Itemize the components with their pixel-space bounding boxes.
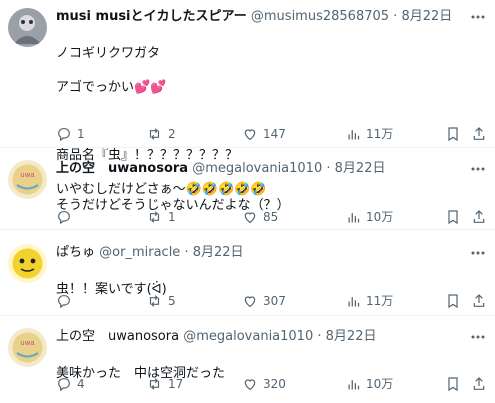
- reply-text-line: アゴでっかい💕💕: [56, 80, 167, 95]
- heart-icon: [244, 296, 256, 308]
- like-count: 320: [263, 377, 286, 391]
- separator-dot: ·: [184, 245, 189, 260]
- share-group: [445, 292, 487, 310]
- views-icon: [348, 379, 360, 389]
- action-bar: 1 85 10万: [56, 208, 487, 226]
- views-button[interactable]: 10万: [346, 375, 393, 393]
- share-group: [445, 375, 487, 393]
- views-button[interactable]: 10万: [346, 208, 393, 226]
- reply-button[interactable]: 4: [56, 375, 85, 393]
- retweet-count: 17: [168, 377, 184, 391]
- avatar[interactable]: [8, 244, 47, 283]
- reply-icon: [58, 211, 70, 225]
- action-bar: 1 2 147 11万: [56, 125, 487, 143]
- views-button[interactable]: 11万: [346, 125, 393, 143]
- share-icon[interactable]: [471, 376, 487, 392]
- retweet-icon: [149, 128, 160, 140]
- like-button[interactable]: 320: [242, 375, 286, 393]
- user-handle[interactable]: @megalovania1010: [192, 161, 322, 176]
- display-name[interactable]: 上の空 uwanosora: [56, 161, 188, 176]
- reply-header: ぱちゅ @or_miracle · 8月22日: [56, 244, 487, 262]
- share-icon[interactable]: [471, 293, 487, 309]
- reply-text-line: ノコギリクワガタ: [56, 46, 161, 61]
- reply-button[interactable]: 1: [56, 125, 85, 143]
- views-count: 11万: [366, 294, 394, 308]
- views-count: 10万: [366, 377, 394, 391]
- views-icon: [348, 296, 360, 306]
- post-date[interactable]: 8月22日: [401, 9, 452, 24]
- separator-dot: ·: [393, 9, 398, 24]
- user-handle[interactable]: @megalovania1010: [183, 329, 313, 344]
- views-icon: [348, 129, 360, 139]
- action-bar: 5 307 11万: [56, 292, 487, 310]
- more-options-icon[interactable]: [469, 160, 487, 178]
- retweet-count: 2: [168, 127, 176, 141]
- display-name[interactable]: 上の空 uwanosora: [56, 329, 179, 344]
- retweet-button[interactable]: 1: [146, 208, 176, 226]
- share-group: [445, 125, 487, 143]
- views-icon: [348, 212, 360, 222]
- retweet-count: 5: [168, 294, 176, 308]
- bookmark-icon[interactable]: [445, 209, 461, 225]
- avatar[interactable]: [8, 8, 47, 47]
- views-count: 10万: [366, 210, 394, 224]
- retweet-icon: [149, 211, 160, 223]
- retweet-count: 1: [168, 210, 176, 224]
- more-options-icon[interactable]: [469, 8, 487, 26]
- reply-item[interactable]: ぱちゅ @or_miracle · 8月22日 虫！！案いです(ᐛ) 5 307…: [0, 230, 495, 316]
- separator-dot: ·: [317, 329, 322, 344]
- retweet-icon: [149, 378, 160, 390]
- views-count: 11万: [366, 127, 394, 141]
- reply-header: 上の空 uwanosora @megalovania1010 · 8月22日: [56, 160, 487, 178]
- reply-item[interactable]: uwa 上の空 uwanosora @megalovania1010 · 8月2…: [0, 148, 495, 230]
- reply-header: 上の空 uwanosora @megalovania1010 · 8月22日: [56, 328, 487, 346]
- bookmark-icon[interactable]: [445, 293, 461, 309]
- svg-text:uwa: uwa: [20, 171, 34, 179]
- heart-icon: [244, 379, 256, 391]
- user-handle[interactable]: @or_miracle: [99, 245, 180, 260]
- action-bar: 4 17 320 10万: [56, 375, 487, 393]
- reply-count: 4: [77, 377, 85, 391]
- more-options-icon[interactable]: [469, 244, 487, 262]
- reply-item[interactable]: uwa 上の空 uwanosora @megalovania1010 · 8月2…: [0, 316, 495, 403]
- reply-icon: [58, 128, 70, 142]
- post-date[interactable]: 8月22日: [193, 245, 244, 260]
- post-date[interactable]: 8月22日: [335, 161, 386, 176]
- reply-item[interactable]: musi musiとイカしたスピアー @musimus28568705 · 8月…: [0, 0, 495, 197]
- share-group: [445, 208, 487, 226]
- reply-button[interactable]: [56, 208, 77, 226]
- retweet-button[interactable]: 17: [146, 375, 183, 393]
- post-date[interactable]: 8月22日: [326, 329, 377, 344]
- share-icon[interactable]: [471, 209, 487, 225]
- reply-count: 1: [77, 127, 85, 141]
- like-count: 147: [263, 127, 286, 141]
- like-button[interactable]: 147: [242, 125, 286, 143]
- views-button[interactable]: 11万: [346, 292, 393, 310]
- heart-icon: [244, 212, 256, 224]
- reply-icon: [58, 295, 70, 309]
- like-count: 85: [263, 210, 279, 224]
- reply-button[interactable]: [56, 292, 77, 310]
- share-icon[interactable]: [471, 126, 487, 142]
- separator-dot: ·: [326, 161, 331, 176]
- like-button[interactable]: 307: [242, 292, 286, 310]
- retweet-button[interactable]: 2: [146, 125, 176, 143]
- user-handle[interactable]: @musimus28568705: [251, 9, 389, 24]
- reply-icon: [58, 378, 70, 392]
- retweet-button[interactable]: 5: [146, 292, 176, 310]
- svg-text:uwa: uwa: [20, 339, 34, 347]
- like-button[interactable]: 85: [242, 208, 278, 226]
- display-name[interactable]: musi musiとイカしたスピアー: [56, 9, 247, 24]
- avatar[interactable]: uwa: [8, 160, 47, 199]
- display-name[interactable]: ぱちゅ: [56, 245, 95, 260]
- bookmark-icon[interactable]: [445, 376, 461, 392]
- like-count: 307: [263, 294, 286, 308]
- heart-icon: [244, 129, 256, 141]
- retweet-icon: [149, 295, 160, 307]
- reply-feed: musi musiとイカしたスピアー @musimus28568705 · 8月…: [0, 0, 495, 403]
- avatar[interactable]: uwa: [8, 328, 47, 367]
- reply-header: musi musiとイカしたスピアー @musimus28568705 · 8月…: [56, 8, 487, 26]
- more-options-icon[interactable]: [469, 328, 487, 346]
- bookmark-icon[interactable]: [445, 126, 461, 142]
